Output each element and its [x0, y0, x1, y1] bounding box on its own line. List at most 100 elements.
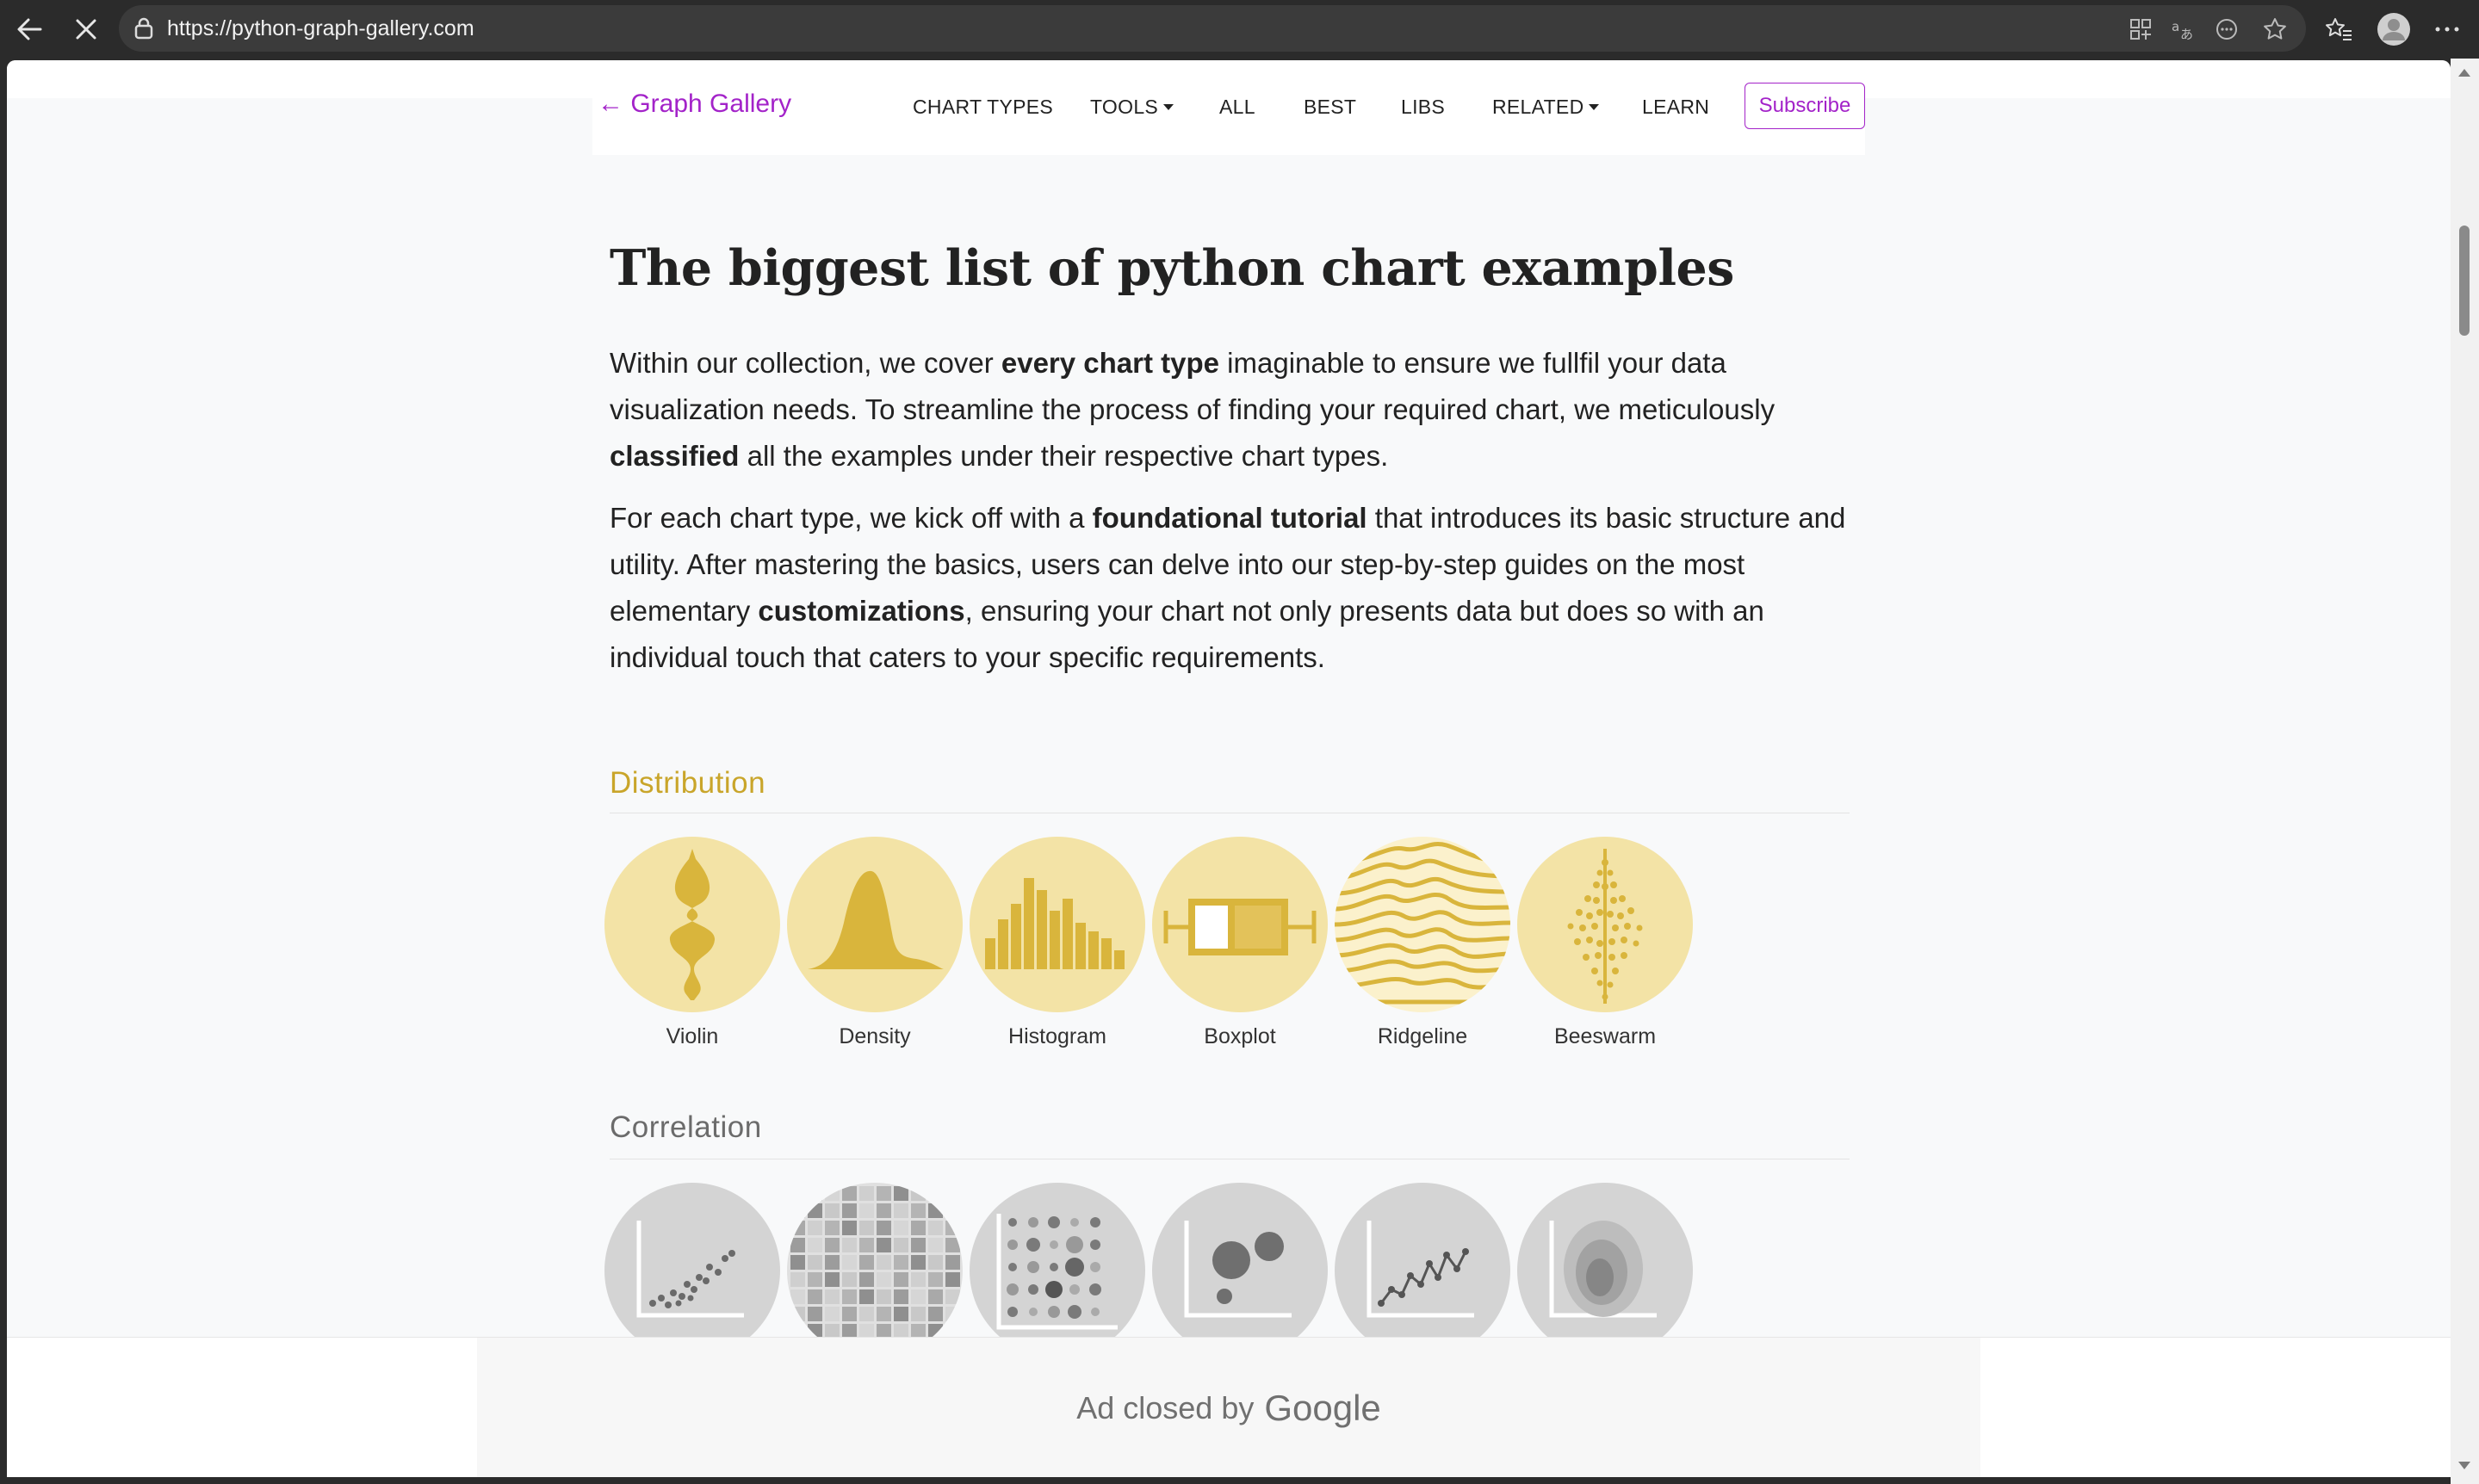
nav-learn[interactable]: LEARN — [1642, 96, 1709, 119]
heatmap-cell — [945, 1272, 960, 1287]
profile-button[interactable] — [2373, 9, 2414, 50]
heatmap-cell — [911, 1289, 926, 1304]
heatmap-cell — [859, 1238, 874, 1252]
heatmap-cell — [790, 1203, 805, 1218]
chart-card-bubble[interactable] — [1149, 1183, 1331, 1358]
back-arrow-icon — [17, 18, 42, 40]
chart-card-label: Histogram — [1008, 1024, 1106, 1048]
subscribe-button[interactable]: Subscribe — [1745, 83, 1865, 129]
heatmap-cell — [859, 1203, 874, 1218]
page-scrollbar[interactable] — [2451, 59, 2479, 1484]
brand-link[interactable]: ← Graph Gallery — [598, 90, 791, 119]
svg-text:a: a — [2172, 19, 2179, 34]
heatmap-cell — [911, 1255, 926, 1270]
heatmap-cell — [894, 1272, 908, 1287]
lock-icon[interactable] — [133, 16, 155, 40]
heatmap-cell — [928, 1186, 943, 1201]
heatmap-cell — [945, 1203, 960, 1218]
heatmap-cell — [842, 1272, 857, 1287]
heatmap-cell — [928, 1289, 943, 1304]
apps-icon[interactable] — [2125, 14, 2156, 45]
address-bar[interactable]: https://python-graph-gallery.com aあ — [119, 5, 2306, 52]
intro-text: Within our collection, we cover — [610, 347, 1001, 379]
chart-card-density[interactable]: Density — [784, 837, 966, 1049]
heatmap-cell — [945, 1307, 960, 1321]
heatmap-cell — [928, 1238, 943, 1252]
scroll-up-icon[interactable] — [2458, 69, 2470, 77]
heatmap-cell — [825, 1238, 840, 1252]
2d-density-icon — [1517, 1183, 1693, 1358]
intro-emphasis: foundational tutorial — [1092, 502, 1367, 534]
heatmap-cell — [859, 1255, 874, 1270]
scrollbar-thumb[interactable] — [2459, 226, 2470, 336]
nav-all[interactable]: ALL — [1219, 96, 1255, 119]
site-navbar: ← Graph Gallery CHART TYPES TOOLS ALL BE… — [592, 60, 1865, 155]
nav-best[interactable]: BEST — [1304, 96, 1356, 119]
heatmap-cell — [808, 1238, 822, 1252]
chart-card-connected-scatter[interactable] — [1331, 1183, 1514, 1358]
profile-avatar-icon — [2377, 13, 2410, 46]
intro-emphasis: customizations — [758, 595, 965, 627]
chart-card-violin[interactable]: Violin — [601, 837, 784, 1049]
chart-card-label: Boxplot — [1204, 1024, 1276, 1048]
chart-card-scatter[interactable] — [601, 1183, 784, 1358]
chart-card-correlogram[interactable] — [966, 1183, 1149, 1358]
heatmap-cell — [790, 1307, 805, 1321]
heatmap-cell — [808, 1221, 822, 1235]
chart-card-ridgeline[interactable]: Ridgeline — [1331, 837, 1514, 1049]
nav-libs[interactable]: LIBS — [1401, 96, 1445, 119]
heatmap-cell — [877, 1307, 891, 1321]
heatmap-icon — [787, 1183, 963, 1358]
chart-card-boxplot[interactable]: Boxplot — [1149, 837, 1331, 1049]
heatmap-cell — [877, 1186, 891, 1201]
more-menu-button[interactable] — [2426, 9, 2468, 50]
ridgeline-icon — [1335, 837, 1510, 1012]
heatmap-cell — [808, 1186, 822, 1201]
heatmap-cell — [825, 1255, 840, 1270]
heatmap-cell — [945, 1255, 960, 1270]
heatmap-cell — [842, 1221, 857, 1235]
heatmap-cell — [877, 1255, 891, 1270]
translate-icon[interactable]: aあ — [2168, 14, 2199, 45]
google-logo-text[interactable]: Google — [1264, 1388, 1380, 1429]
url-text[interactable]: https://python-graph-gallery.com — [167, 16, 474, 41]
chart-card-histogram[interactable]: Histogram — [966, 837, 1149, 1049]
heatmap-cell — [790, 1186, 805, 1201]
correlogram-icon — [970, 1183, 1145, 1358]
heatmap-cell — [894, 1186, 908, 1201]
nav-related[interactable]: RELATED — [1492, 96, 1600, 119]
intro-paragraph-1: Within our collection, we cover every ch… — [610, 340, 1867, 479]
chart-card-2d-density[interactable] — [1514, 1183, 1696, 1358]
heatmap-cell — [928, 1272, 943, 1287]
heatmap-cell — [790, 1221, 805, 1235]
heatmap-cell — [859, 1221, 874, 1235]
favorites-list-button[interactable] — [2318, 9, 2359, 50]
chart-card-label: Violin — [666, 1024, 719, 1048]
heatmap-cell — [808, 1255, 822, 1270]
heatmap-cell — [894, 1307, 908, 1321]
favorite-star-icon[interactable] — [2259, 14, 2290, 45]
boxplot-icon — [1152, 837, 1328, 1012]
beeswarm-icon — [1517, 837, 1693, 1012]
heatmap-cell — [928, 1255, 943, 1270]
ad-container: Ad closed by Google — [7, 1337, 2451, 1477]
density-icon — [787, 837, 963, 1012]
nav-tools[interactable]: TOOLS — [1090, 96, 1174, 119]
heatmap-cell — [790, 1255, 805, 1270]
heatmap-cell — [877, 1221, 891, 1235]
heatmap-cell — [894, 1289, 908, 1304]
page-title: The biggest list of python chart example… — [610, 239, 1734, 297]
nav-chart-types[interactable]: CHART TYPES — [913, 96, 1053, 119]
heatmap-cell — [842, 1255, 857, 1270]
back-button[interactable] — [9, 9, 50, 50]
heatmap-cell — [945, 1186, 960, 1201]
chart-card-heatmap[interactable] — [784, 1183, 966, 1358]
heatmap-cell — [790, 1289, 805, 1304]
heatmap-cell — [911, 1203, 926, 1218]
reading-view-icon[interactable] — [2211, 14, 2242, 45]
stop-loading-button[interactable] — [65, 9, 107, 50]
heatmap-cell — [928, 1221, 943, 1235]
chart-card-beeswarm[interactable]: Beeswarm — [1514, 837, 1696, 1049]
heatmap-cell — [911, 1221, 926, 1235]
scroll-down-icon[interactable] — [2458, 1462, 2470, 1469]
